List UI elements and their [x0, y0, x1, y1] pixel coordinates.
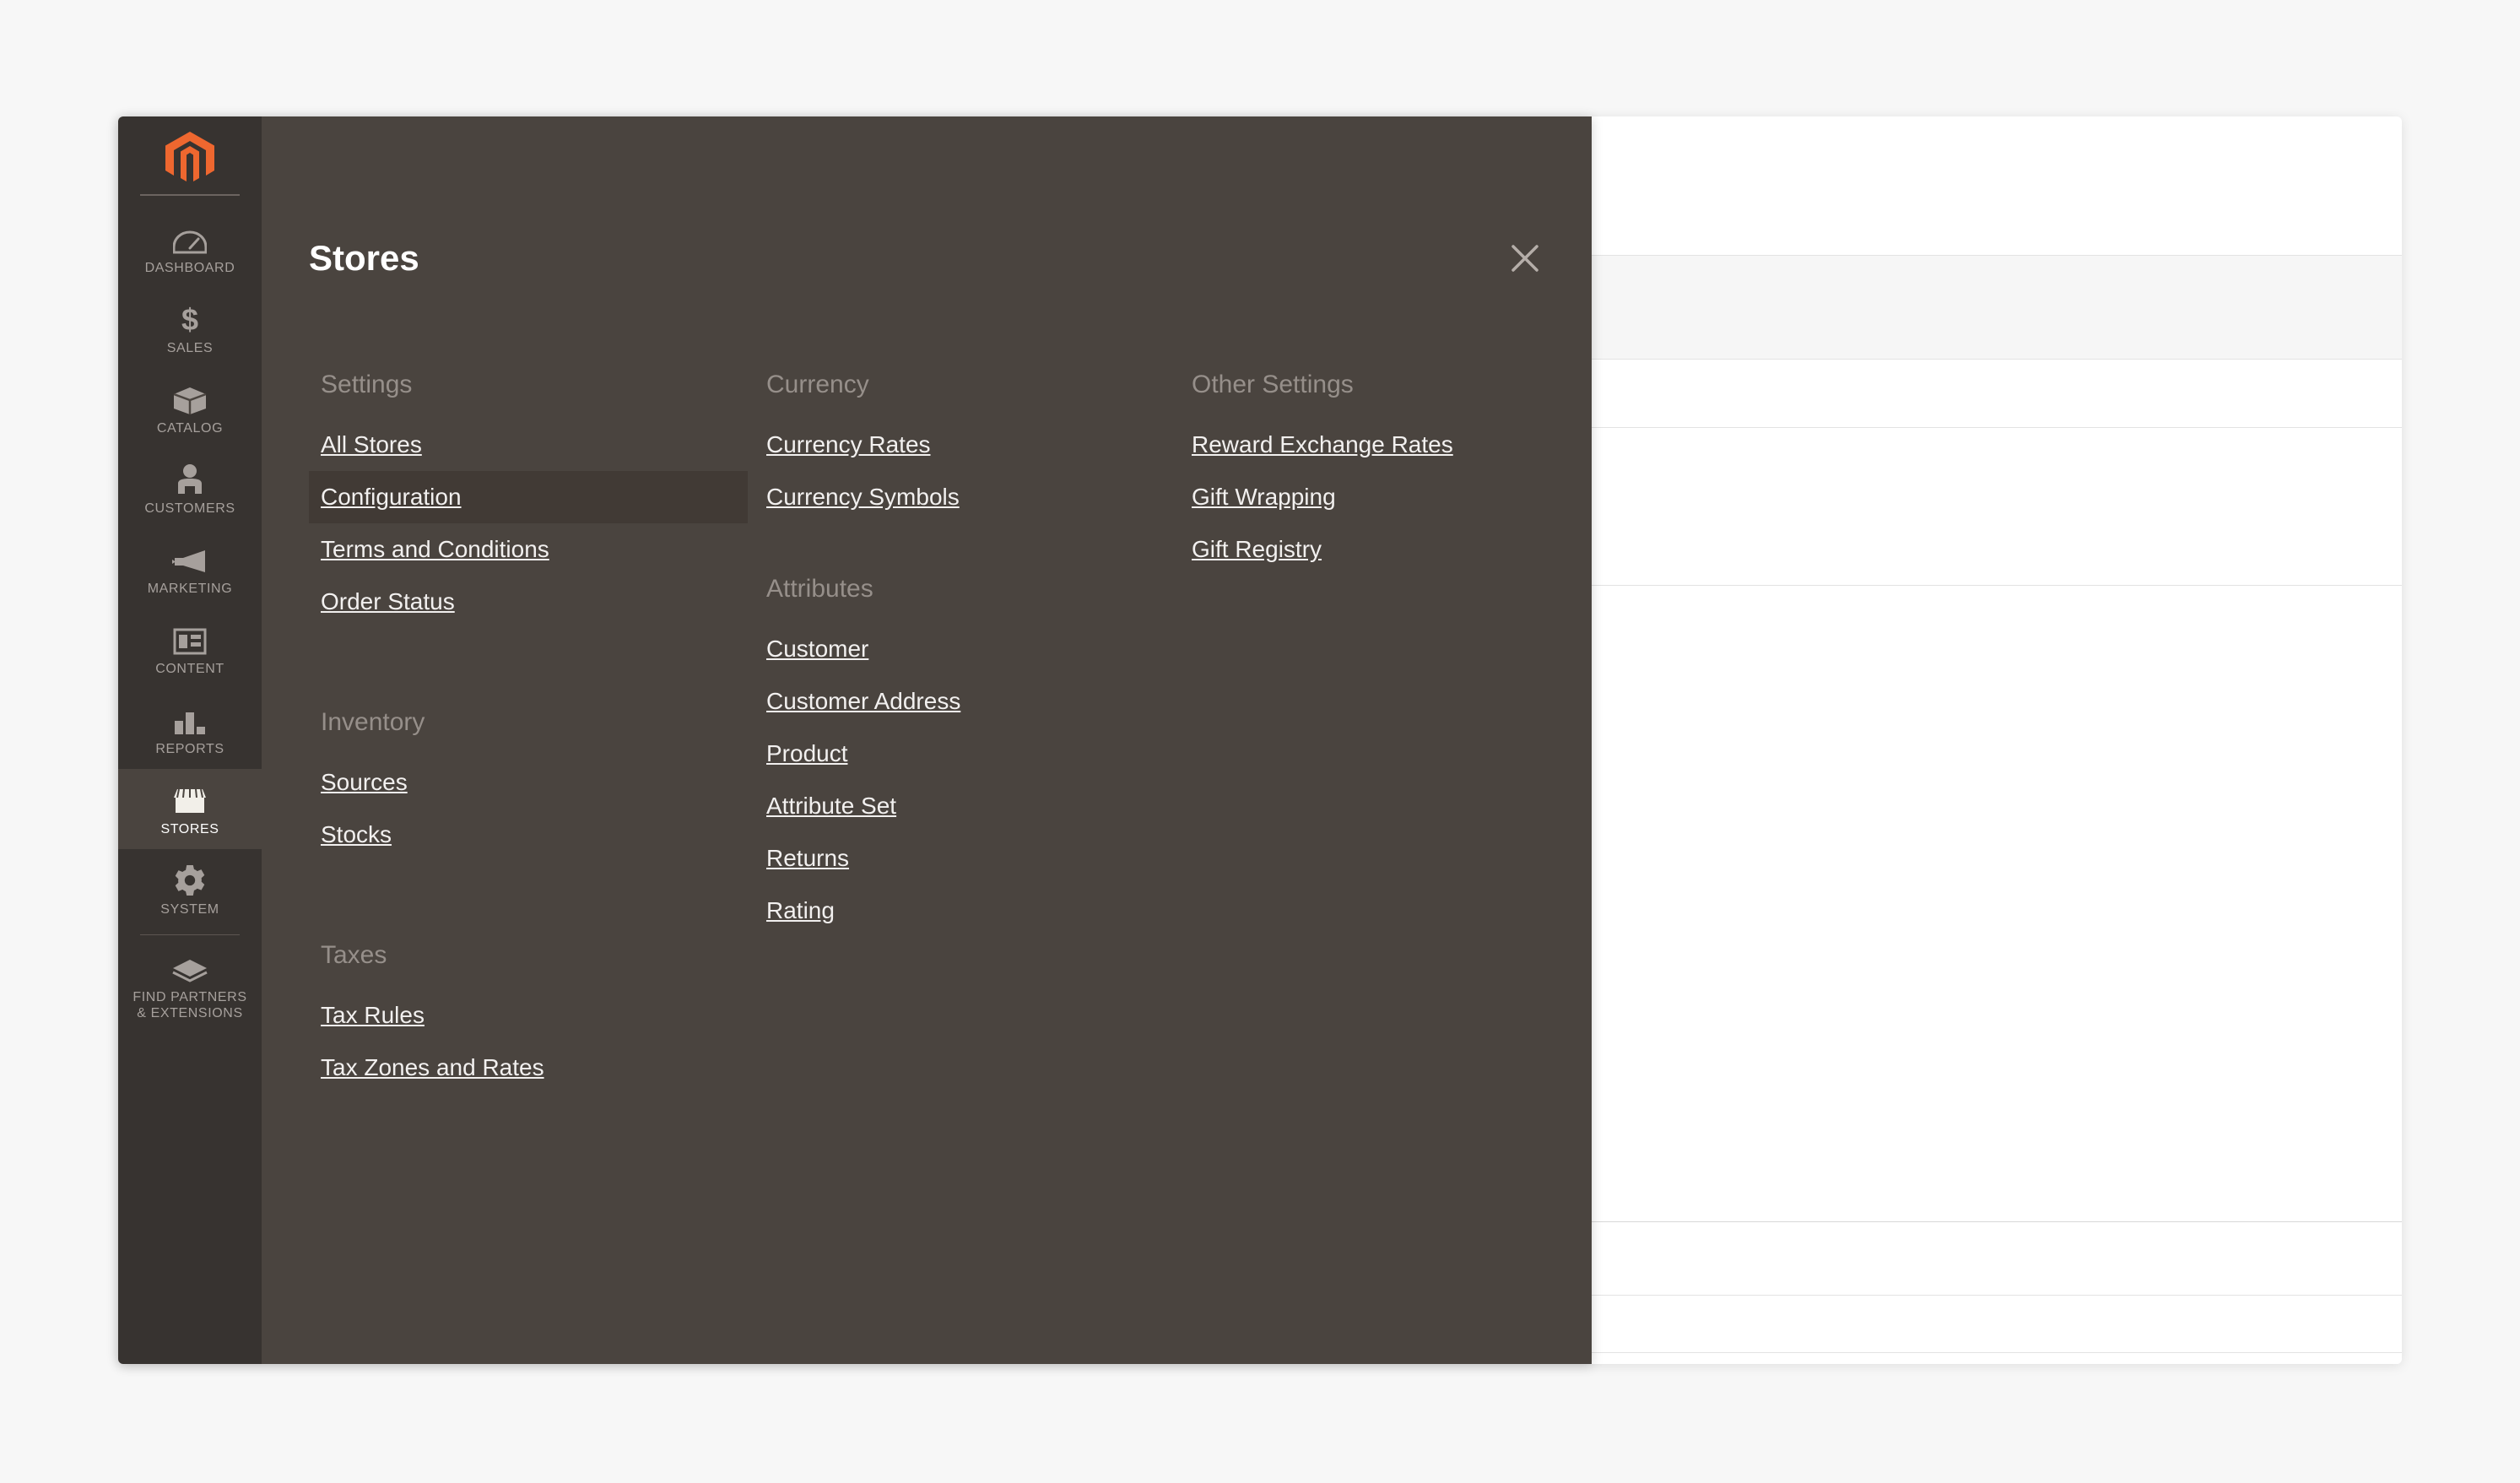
menu-group-items: Currency Rates Currency Symbols [754, 419, 1176, 523]
megaphone-icon [170, 542, 209, 576]
menu-group-items: Customer Customer Address Product Attrib… [754, 623, 1176, 937]
menu-group-title: Settings [321, 371, 413, 398]
menu-item-reward-exchange-rates[interactable]: Reward Exchange Rates [1180, 419, 1585, 471]
menu-item-returns[interactable]: Returns [754, 832, 1176, 885]
sidebar-item-label: MARKETING [147, 582, 233, 596]
sidebar-item-label: FIND PARTNERS & EXTENSIONS [132, 990, 247, 1020]
menu-item-stocks[interactable]: Stocks [309, 809, 748, 861]
sidebar-item-sales[interactable]: $ SALES [118, 288, 262, 368]
stores-mega-menu: DASHBOARD $ SALES CATALOG CUSTOMERS MARK… [118, 116, 1592, 1364]
sidebar-item-find-partners-extensions[interactable]: FIND PARTNERS & EXTENSIONS [118, 937, 262, 1033]
stores-menu-panel: Stores Settings All Stores Configuration… [262, 116, 1592, 1364]
menu-title: Stores [309, 238, 419, 278]
sidebar-item-label: CONTENT [155, 662, 224, 676]
menu-group-items: Reward Exchange Rates Gift Wrapping Gift… [1180, 419, 1585, 576]
sidebar-item-content[interactable]: CONTENT [118, 609, 262, 689]
menu-group-spacer [309, 628, 748, 701]
menu-column-currency: Currency Currency Rates Currency Symbols… [754, 363, 1176, 937]
menu-group-items: Tax Rules Tax Zones and Rates [309, 989, 748, 1094]
menu-group-items: All Stores Configuration Terms and Condi… [309, 419, 748, 628]
menu-group-spacer [309, 861, 748, 934]
menu-column-settings: Settings All Stores Configuration Terms … [309, 363, 748, 1094]
dashboard-gauge-icon [170, 221, 209, 255]
sidebar-item-system[interactable]: SYSTEM [118, 849, 262, 929]
menu-item-currency-symbols[interactable]: Currency Symbols [754, 471, 1176, 523]
menu-group-items: Sources Stocks [309, 756, 748, 861]
menu-group-title: Attributes [766, 575, 873, 603]
menu-item-tax-rules[interactable]: Tax Rules [309, 989, 748, 1042]
close-menu-button[interactable] [1502, 235, 1548, 281]
sidebar-item-label: STORES [160, 822, 219, 836]
storefront-icon [170, 782, 209, 816]
magento-logo[interactable] [118, 132, 262, 208]
box-icon [170, 382, 209, 415]
menu-item-gift-registry[interactable]: Gift Registry [1180, 523, 1585, 576]
menu-item-gift-wrapping[interactable]: Gift Wrapping [1180, 471, 1585, 523]
menu-group-taxes: Taxes Tax Rules Tax Zones and Rates [309, 934, 748, 1094]
magento-logo-icon [165, 132, 214, 181]
gear-icon [170, 863, 209, 896]
sidebar-item-label: REPORTS [155, 742, 224, 756]
menu-item-product[interactable]: Product [754, 728, 1176, 780]
close-x-icon [1511, 245, 1538, 272]
dollar-sign-icon: $ [170, 301, 209, 335]
sidebar-item-reports[interactable]: REPORTS [118, 689, 262, 769]
svg-text:$: $ [181, 303, 198, 335]
menu-group-title: Inventory [321, 708, 425, 736]
extension-box-icon [170, 950, 209, 984]
menu-item-customer-address[interactable]: Customer Address [754, 675, 1176, 728]
sidebar-item-label: CUSTOMERS [144, 501, 235, 516]
menu-item-currency-rates[interactable]: Currency Rates [754, 419, 1176, 471]
sidebar-item-dashboard[interactable]: DASHBOARD [118, 208, 262, 288]
sidebar-item-label: DASHBOARD [144, 261, 235, 275]
sidebar-item-customers[interactable]: CUSTOMERS [118, 448, 262, 528]
menu-item-tax-zones-and-rates[interactable]: Tax Zones and Rates [309, 1042, 748, 1094]
menu-group-attributes: Attributes Customer Customer Address Pro… [754, 567, 1176, 937]
menu-item-all-stores[interactable]: All Stores [309, 419, 748, 471]
menu-group-settings: Settings All Stores Configuration Terms … [309, 363, 748, 628]
sidebar-item-label: CATALOG [156, 421, 224, 436]
bar-chart-icon [170, 702, 209, 736]
sidebar-item-label: SALES [166, 341, 214, 355]
admin-sidebar-nav: DASHBOARD $ SALES CATALOG CUSTOMERS MARK… [118, 116, 262, 1364]
logo-divider [140, 194, 240, 196]
menu-item-customer[interactable]: Customer [754, 623, 1176, 675]
menu-group-inventory: Inventory Sources Stocks [309, 701, 748, 861]
menu-item-attribute-set[interactable]: Attribute Set [754, 780, 1176, 832]
layout-page-icon [170, 622, 209, 656]
menu-item-order-status[interactable]: Order Status [309, 576, 748, 628]
menu-column-other-settings: Other Settings Reward Exchange Rates Gif… [1180, 363, 1585, 576]
menu-group-title: Taxes [321, 941, 387, 969]
person-icon [170, 462, 209, 495]
menu-group-title: Currency [766, 371, 869, 398]
menu-group-other-settings: Other Settings Reward Exchange Rates Gif… [1180, 363, 1585, 576]
sidebar-item-stores[interactable]: STORES [118, 769, 262, 849]
menu-group-title: Other Settings [1192, 371, 1354, 398]
menu-item-rating[interactable]: Rating [754, 885, 1176, 937]
menu-item-sources[interactable]: Sources [309, 756, 748, 809]
menu-item-terms-and-conditions[interactable]: Terms and Conditions [309, 523, 748, 576]
sidebar-item-label: SYSTEM [160, 902, 219, 917]
menu-item-configuration[interactable]: Configuration [309, 471, 748, 523]
menu-group-currency: Currency Currency Rates Currency Symbols [754, 363, 1176, 523]
sidebar-item-marketing[interactable]: MARKETING [118, 528, 262, 609]
sidebar-item-catalog[interactable]: CATALOG [118, 368, 262, 448]
menu-group-spacer [754, 523, 1176, 567]
sidebar-divider [140, 934, 240, 935]
